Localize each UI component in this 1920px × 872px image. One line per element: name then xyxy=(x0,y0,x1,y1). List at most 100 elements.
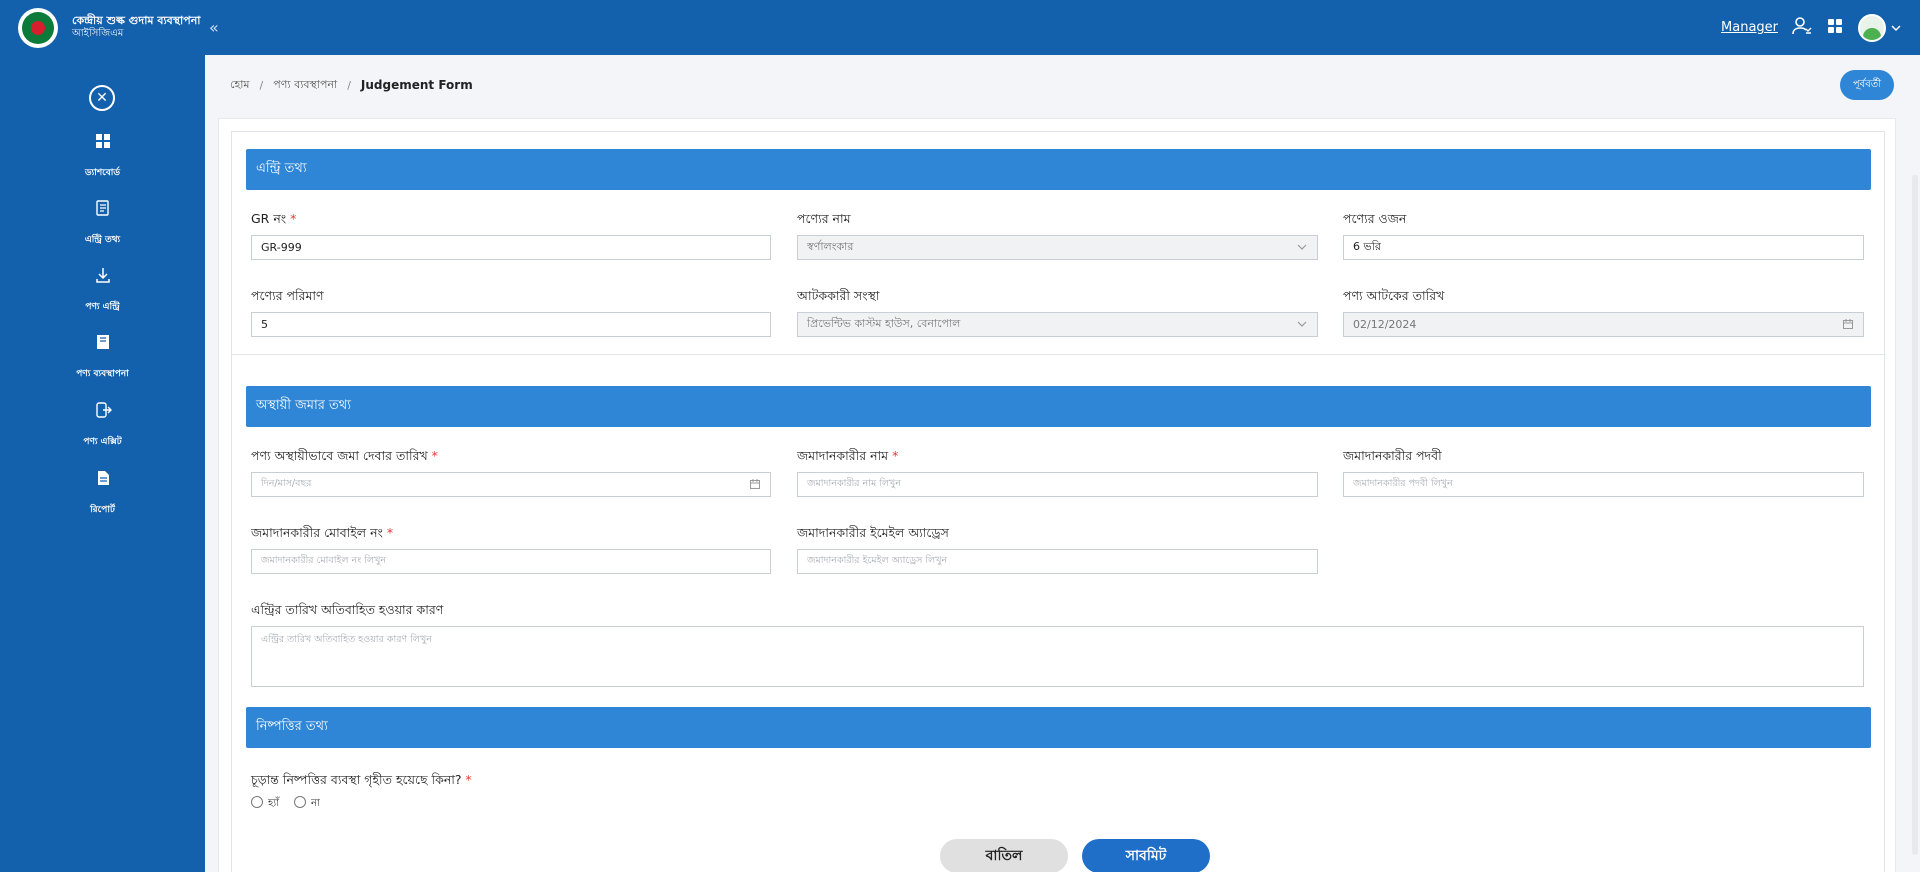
product-quantity-input[interactable]: 5 xyxy=(251,312,771,337)
sidebar-item-product-management[interactable]: পণ্য ব্যবস্থাপনা xyxy=(0,333,205,381)
depositor-name-input[interactable]: জমাদানকারীর নাম লিখুন xyxy=(797,472,1318,497)
top-header: কেন্দ্রীয় শুল্ক গুদাম ব্যবস্থাপনা আইসিজ… xyxy=(0,0,1920,55)
sidebar-item-dashboard[interactable]: ড্যাশবোর্ড xyxy=(0,132,205,180)
deposit-date-placeholder: দিন/মাস/বছর xyxy=(261,478,312,489)
breadcrumb-separator: / xyxy=(347,78,351,92)
depositor-mobile-label: জমাদানকারীর মোবাইল নং * xyxy=(251,525,393,545)
seizure-date-input[interactable]: 02/12/2024 xyxy=(1343,312,1864,337)
radio-yes[interactable] xyxy=(251,796,263,808)
deposit-date-label-text: পণ্য অস্থায়ীভাবে জমা দেবার তারিখ xyxy=(251,448,428,463)
seizure-date-value: 02/12/2024 xyxy=(1353,318,1417,331)
product-name-select[interactable]: স্বর্ণালংকার xyxy=(797,235,1318,260)
seizing-agency-label: আটককারী সংস্থা xyxy=(797,288,880,303)
radio-no[interactable] xyxy=(294,796,306,808)
depositor-mobile-label-text: জমাদানকারীর মোবাইল নং xyxy=(251,525,383,540)
product-quantity-label: পণ্যের পরিমাণ xyxy=(251,288,324,303)
calendar-icon xyxy=(1843,319,1853,329)
sidebar-item-label: পণ্য এক্সিট xyxy=(83,437,122,447)
report-icon xyxy=(97,471,109,485)
form-card: এন্ট্রি তথ্য GR নং * GR-999 পণ্যের নাম স… xyxy=(218,118,1896,872)
gr-no-input[interactable]: GR-999 xyxy=(251,235,771,260)
header-actions: Manager xyxy=(1721,0,1902,55)
depositor-mobile-input[interactable]: জমাদানকারীর মোবাইল নং লিখুন xyxy=(251,549,771,574)
exit-icon xyxy=(95,402,112,418)
brand-text: কেন্দ্রীয় শুল্ক গুদাম ব্যবস্থাপনা আইসিজ… xyxy=(72,14,200,40)
depositor-designation-input[interactable]: জমাদানকারীর পদবী লিখুন xyxy=(1343,472,1864,497)
section-temporary-deposit: অস্থায়ী জমার তথ্য xyxy=(246,386,1871,427)
user-role-link[interactable]: Manager xyxy=(1721,20,1778,35)
cancel-button[interactable]: বাতিল xyxy=(940,839,1068,872)
depositor-designation-label: জমাদানকারীর পদবী xyxy=(1343,448,1442,463)
required-mark: * xyxy=(465,772,472,787)
logo-dot xyxy=(31,20,45,35)
scrollbar[interactable] xyxy=(1910,55,1920,872)
chevron-down-icon xyxy=(1297,321,1307,327)
dashboard-icon xyxy=(95,134,110,148)
app-subtitle: আইসিজিএম xyxy=(72,28,124,40)
book-icon xyxy=(96,335,109,349)
section-settlement: নিষ্পত্তির তথ্য xyxy=(246,707,1871,748)
product-name-value: স্বর্ণালংকার xyxy=(807,240,854,253)
sidebar-item-label: পণ্য ব্যবস্থাপনা xyxy=(76,369,129,379)
product-weight-input[interactable]: 6 ভরি xyxy=(1343,235,1864,260)
seizing-agency-select[interactable]: প্রিভেন্টিভ কাস্টম হাউস, বেনাপোল xyxy=(797,312,1318,337)
sidebar-item-entry-info[interactable]: এন্ট্রি তথ্য xyxy=(0,199,205,247)
breadcrumb-parent[interactable]: পণ্য ব্যবস্থাপনা xyxy=(273,76,337,95)
depositor-email-label: জমাদানকারীর ইমেইল অ্যাড্রেস xyxy=(797,525,949,540)
settlement-question-text: চূড়ান্ত নিষ্পত্তির ব্যবস্থা গৃহীত হয়েছ… xyxy=(251,772,462,787)
calendar-icon[interactable] xyxy=(749,478,761,490)
overdue-reason-textarea[interactable]: এন্ট্রির তারিখ অতিবাহিত হওয়ার কারণ লিখু… xyxy=(251,626,1864,687)
entry-icon xyxy=(95,200,109,216)
download-icon xyxy=(95,268,110,283)
sidebar-item-label: পণ্য এন্ট্রি xyxy=(85,302,120,312)
user-settings-icon[interactable] xyxy=(1792,16,1812,40)
avatar-figure xyxy=(1863,27,1881,40)
breadcrumb-separator: / xyxy=(259,78,264,92)
seizing-agency-value: প্রিভেন্টিভ কাস্টম হাউস, বেনাপোল xyxy=(807,317,961,330)
required-mark: * xyxy=(290,211,297,226)
depositor-name-label: জমাদানকারীর নাম * xyxy=(797,448,898,468)
gr-no-label-text: GR নং xyxy=(251,211,287,226)
sidebar-item-label: ড্যাশবোর্ড xyxy=(84,168,121,178)
back-button[interactable]: পূর্ববর্তী xyxy=(1840,70,1894,100)
sidebar-item-product-entry[interactable]: পণ্য এন্ট্রি xyxy=(0,266,205,314)
submit-button[interactable]: সাবমিট xyxy=(1082,839,1210,872)
form-inner: এন্ট্রি তথ্য GR নং * GR-999 পণ্যের নাম স… xyxy=(231,131,1886,872)
gr-no-label: GR নং * xyxy=(251,211,296,231)
radio-no-label: না xyxy=(311,798,320,809)
required-mark: * xyxy=(431,448,438,463)
radio-yes-label: হ্যাঁ xyxy=(268,798,280,809)
required-mark: * xyxy=(386,525,394,540)
logo xyxy=(18,7,58,48)
scrollbar-thumb[interactable] xyxy=(1912,175,1918,855)
overdue-reason-label: এন্ট্রির তারিখ অতিবাহিত হওয়ার কারণ xyxy=(251,602,444,617)
chevron-down-icon[interactable] xyxy=(1890,22,1902,34)
seizure-date-label: পণ্য আটকের তারিখ xyxy=(1343,288,1445,303)
sidebar-item-report[interactable]: রিপোর্ট xyxy=(0,469,205,517)
depositor-email-input[interactable]: জমাদানকারীর ইমেইল অ্যাড্রেস লিখুন xyxy=(797,549,1318,574)
section-divider xyxy=(232,354,1886,355)
deposit-date-label: পণ্য অস্থায়ীভাবে জমা দেবার তারিখ * xyxy=(251,448,438,468)
collapse-icon[interactable]: « xyxy=(209,18,219,37)
sidebar-item-product-exit[interactable]: পণ্য এক্সিট xyxy=(0,401,205,449)
brand-block: কেন্দ্রীয় শুল্ক গুদাম ব্যবস্থাপনা আইসিজ… xyxy=(0,7,205,48)
profile-menu[interactable] xyxy=(1858,13,1902,42)
chevron-down-icon xyxy=(1297,244,1307,250)
breadcrumb-current: Judgement Form xyxy=(360,78,473,92)
avatar[interactable] xyxy=(1858,13,1886,42)
product-name-label: পণ্যের নাম xyxy=(797,211,851,226)
apps-grid-icon[interactable] xyxy=(1826,17,1844,39)
depositor-name-label-text: জমাদানকারীর নাম xyxy=(797,448,889,463)
close-icon[interactable]: ✕ xyxy=(89,85,115,111)
sidebar-item-label: এন্ট্রি তথ্য xyxy=(84,235,121,245)
settlement-question-label: চূড়ান্ত নিষ্পত্তির ব্যবস্থা গৃহীত হয়েছ… xyxy=(251,772,472,792)
breadcrumb-home[interactable]: হোম xyxy=(230,76,250,95)
logo-emblem xyxy=(22,11,54,44)
required-mark: * xyxy=(892,448,899,463)
deposit-date-input[interactable]: দিন/মাস/বছর xyxy=(251,472,771,497)
section-entry-info: এন্ট্রি তথ্য xyxy=(246,149,1871,190)
product-weight-label: পণ্যের ওজন xyxy=(1343,211,1407,226)
sidebar-item-label: রিপোর্ট xyxy=(90,505,115,515)
breadcrumb: হোম / পণ্য ব্যবস্থাপনা / Judgement Form xyxy=(218,68,473,102)
app-title: কেন্দ্রীয় শুল্ক গুদাম ব্যবস্থাপনা xyxy=(72,14,201,28)
